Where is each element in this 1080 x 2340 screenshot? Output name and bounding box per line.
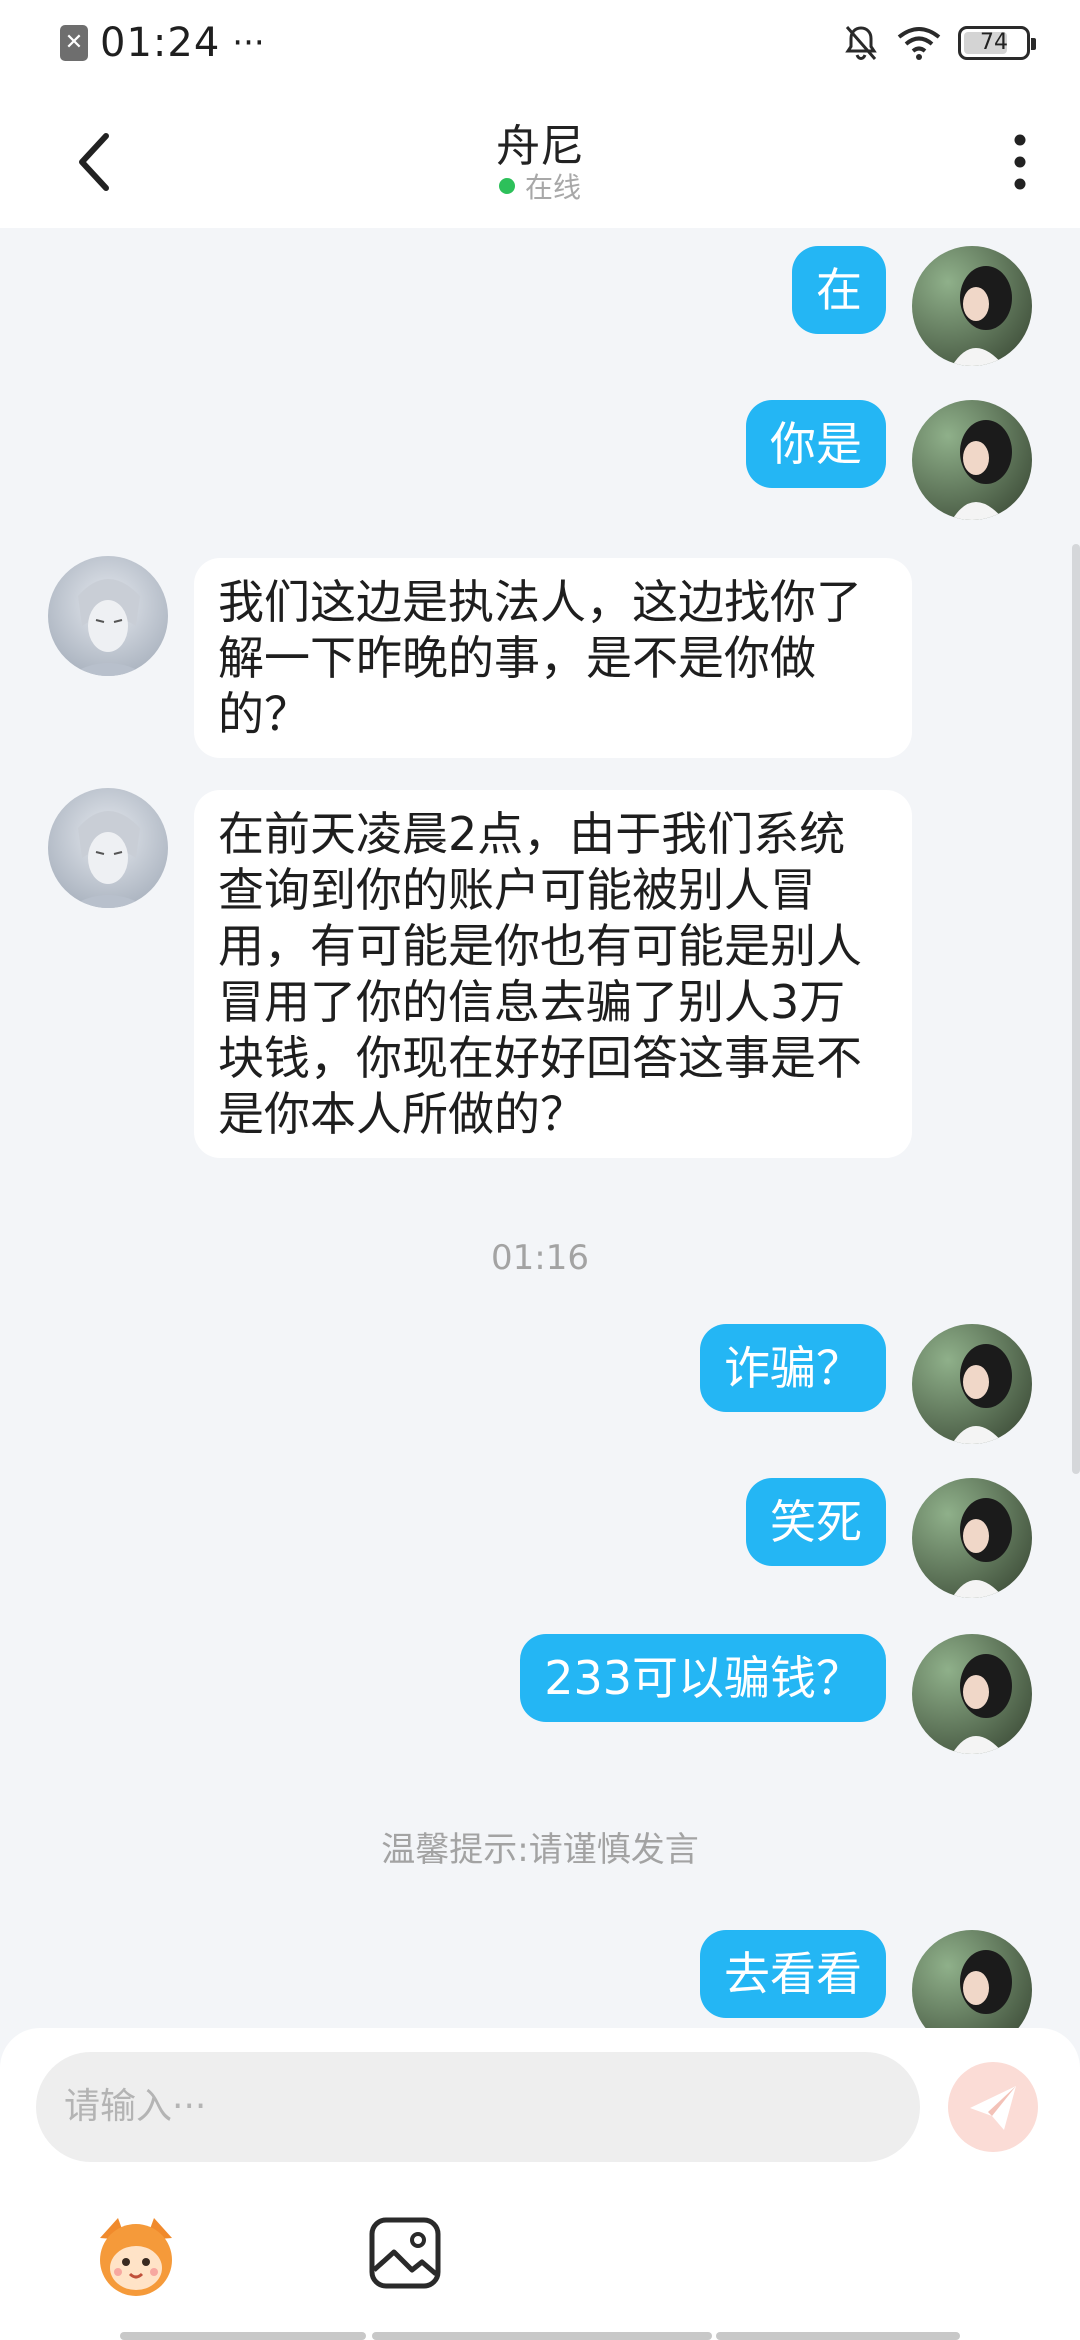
status-left: ✕ 01:24 ··· (60, 18, 265, 68)
message-list[interactable]: 在 你是 我们这边是执法人，这边找你了 解一下昨晚的事，是不是你做 的？ 在前天… (0, 228, 1080, 2030)
my-avatar[interactable] (912, 400, 1032, 520)
contact-name: 舟尼 (496, 121, 584, 172)
message-line: 的？ (218, 687, 310, 741)
battery-icon: 74 (958, 26, 1036, 60)
message-bubble-outgoing[interactable]: 在 (792, 246, 886, 334)
emoji-button[interactable] (88, 2208, 184, 2304)
image-button[interactable] (364, 2212, 446, 2294)
more-options-icon[interactable] (1000, 122, 1040, 202)
avatar-photo-icon (912, 400, 1032, 520)
message-bubble-outgoing[interactable]: 233可以骗钱？ (520, 1634, 886, 1722)
message-line: 用，有可能是你也有可能是别人 (218, 919, 862, 973)
system-nav-bar (0, 2328, 1080, 2340)
battery-level: 74 (980, 30, 1008, 55)
message-input[interactable]: 请输入··· (36, 2052, 920, 2162)
input-placeholder: 请输入··· (64, 2086, 207, 2127)
paper-plane-icon (970, 2086, 1016, 2130)
status-more-dots: ··· (232, 23, 265, 63)
notification-x-icon: ✕ (60, 25, 88, 61)
message-bubble-outgoing[interactable]: 诈骗？ (700, 1324, 886, 1412)
my-avatar[interactable] (912, 1478, 1032, 1598)
avatar-photo-icon (912, 246, 1032, 366)
message-bubble-outgoing[interactable]: 去看看 (700, 1930, 886, 2018)
message-line: 在前天凌晨2点，由于我们系统 (218, 807, 846, 861)
message-line: 冒用了你的信息去骗了别人3万 (218, 975, 846, 1029)
nav-segment[interactable] (372, 2332, 712, 2340)
nav-segment[interactable] (716, 2332, 960, 2340)
contact-avatar[interactable] (48, 556, 168, 676)
message-line: 我们这边是执法人，这边找你了 (218, 575, 862, 629)
status-time: 01:24 (100, 20, 221, 66)
status-bar: ✕ 01:24 ··· 74 (0, 0, 1080, 86)
avatar-photo-icon (912, 1634, 1032, 1754)
my-avatar[interactable] (912, 246, 1032, 366)
avatar-photo-icon (912, 1930, 1032, 2030)
message-line: 解一下昨晚的事，是不是你做 (218, 631, 816, 685)
message-line: 查询到你的账户可能被别人冒 (218, 863, 816, 917)
message-line: 块钱，你现在好好回答这事是不 (218, 1031, 862, 1085)
status-right: 74 (826, 18, 1036, 68)
contact-status: 在线 (0, 166, 1080, 206)
nav-segment[interactable] (120, 2332, 366, 2340)
my-avatar[interactable] (912, 1324, 1032, 1444)
image-icon (369, 2217, 441, 2289)
safety-tip: 温馨提示:请谨慎发言 (381, 1830, 699, 1870)
avatar-photo-icon (912, 1478, 1032, 1598)
wifi-icon (897, 27, 941, 60)
chat-header: 舟尼 在线 (0, 86, 1080, 228)
my-avatar[interactable] (912, 1634, 1032, 1754)
input-panel: 请输入··· (0, 2028, 1080, 2340)
message-bubble-outgoing[interactable]: 你是 (746, 400, 886, 488)
message-bubble-incoming[interactable]: 我们这边是执法人，这边找你了 解一下昨晚的事，是不是你做 的？ (194, 558, 912, 758)
contact-avatar[interactable] (48, 788, 168, 908)
message-bubble-incoming[interactable]: 在前天凌晨2点，由于我们系统 查询到你的账户可能被别人冒 用，有可能是你也有可能… (194, 790, 912, 1158)
online-status-text: 在线 (524, 171, 581, 204)
avatar-photo-icon (912, 1324, 1032, 1444)
scrollbar[interactable] (1072, 544, 1080, 1474)
send-button[interactable] (948, 2062, 1038, 2152)
avatar-illustration-icon (48, 788, 168, 908)
mascot-emoji-icon (100, 2218, 172, 2296)
avatar-illustration-icon (48, 556, 168, 676)
message-line: 是你本人所做的？ (218, 1087, 586, 1141)
online-dot-icon (498, 178, 515, 194)
message-bubble-outgoing[interactable]: 笑死 (746, 1478, 886, 1566)
message-timestamp: 01:16 (491, 1238, 589, 1278)
bell-muted-icon (845, 26, 877, 61)
my-avatar[interactable] (912, 1930, 1032, 2030)
